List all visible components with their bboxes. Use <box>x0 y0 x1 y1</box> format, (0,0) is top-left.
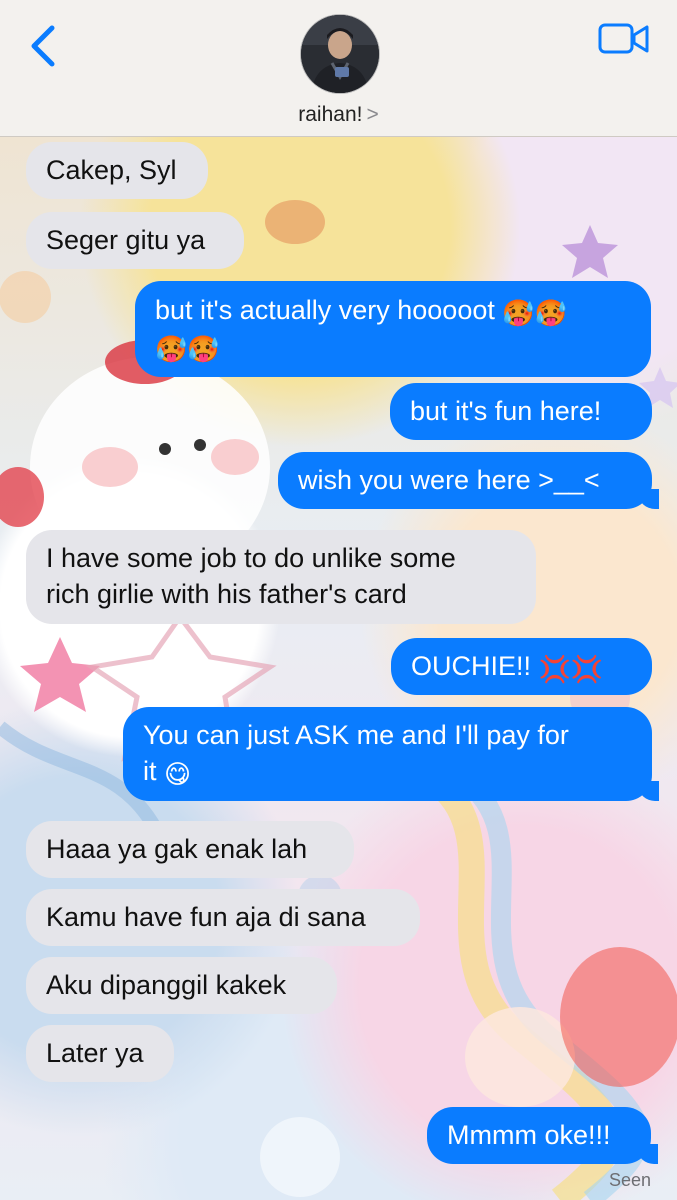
message-text: but it's actually very hooooot <box>155 295 495 325</box>
message-outgoing[interactable]: Mmmm oke!!! <box>427 1107 658 1164</box>
message-outgoing[interactable]: wish you were here >__< <box>278 452 659 509</box>
message-outgoing[interactable]: OUCHIE!! 💢💢 <box>391 638 652 695</box>
message-text: Haaa ya gak enak lah <box>46 834 308 864</box>
message-incoming[interactable]: Kamu have fun aja di sana <box>26 889 420 946</box>
message-text: Kamu have fun aja di sana <box>46 902 366 932</box>
chat-header: raihan! > <box>0 0 677 137</box>
message-text: Seger gitu ya <box>46 225 206 255</box>
hot-face-icon: 🥵 <box>502 298 535 328</box>
back-button[interactable] <box>24 22 64 70</box>
chevron-right-icon: > <box>366 103 379 126</box>
message-text: OUCHIE!! <box>411 651 532 681</box>
chevron-left-icon <box>31 25 55 67</box>
message-incoming[interactable]: Haaa ya gak enak lah <box>26 821 354 878</box>
anger-symbol-icon: 💢 <box>570 654 604 684</box>
message-incoming[interactable]: Later ya <box>26 1025 174 1082</box>
message-text: rich girlie with his father's card <box>46 579 407 609</box>
contact-avatar[interactable] <box>300 14 380 94</box>
contact-name-button[interactable]: raihan! > <box>0 103 677 127</box>
message-outgoing[interactable]: You can just ASK me and I'll pay for it … <box>123 707 659 801</box>
message-text: wish you were here >__< <box>298 465 600 495</box>
message-text: Later ya <box>46 1038 144 1068</box>
contact-name: raihan! <box>298 103 363 126</box>
hot-face-icon: 🥵 <box>155 334 188 364</box>
message-incoming[interactable]: Cakep, Syl <box>26 142 208 199</box>
video-camera-icon <box>598 23 649 54</box>
read-receipt: Seen <box>608 1170 651 1190</box>
yum-face-icon: 😋 <box>164 759 192 789</box>
message-text: but it's fun here! <box>410 396 602 426</box>
hot-face-icon: 🥵 <box>534 298 568 328</box>
person-avatar-icon <box>301 15 379 93</box>
message-text: it <box>143 756 157 786</box>
hot-face-icon: 🥵 <box>187 334 220 364</box>
anger-symbol-icon: 💢 <box>538 654 571 684</box>
message-text: You can just ASK me and I'll pay for <box>143 720 569 750</box>
video-call-button[interactable] <box>598 22 650 56</box>
message-outgoing[interactable]: but it's actually very hooooot 🥵🥵 🥵🥵 <box>135 281 651 377</box>
message-incoming[interactable]: I have some job to do unlike some rich g… <box>26 530 536 624</box>
message-text: Cakep, Syl <box>46 155 177 185</box>
message-text: I have some job to do unlike some <box>46 543 456 573</box>
message-text: Mmmm oke!!! <box>447 1120 611 1150</box>
message-incoming[interactable]: Seger gitu ya <box>26 212 244 269</box>
message-outgoing[interactable]: but it's fun here! <box>390 383 652 440</box>
message-incoming[interactable]: Aku dipanggil kakek <box>26 957 337 1014</box>
message-text: Aku dipanggil kakek <box>46 970 287 1000</box>
